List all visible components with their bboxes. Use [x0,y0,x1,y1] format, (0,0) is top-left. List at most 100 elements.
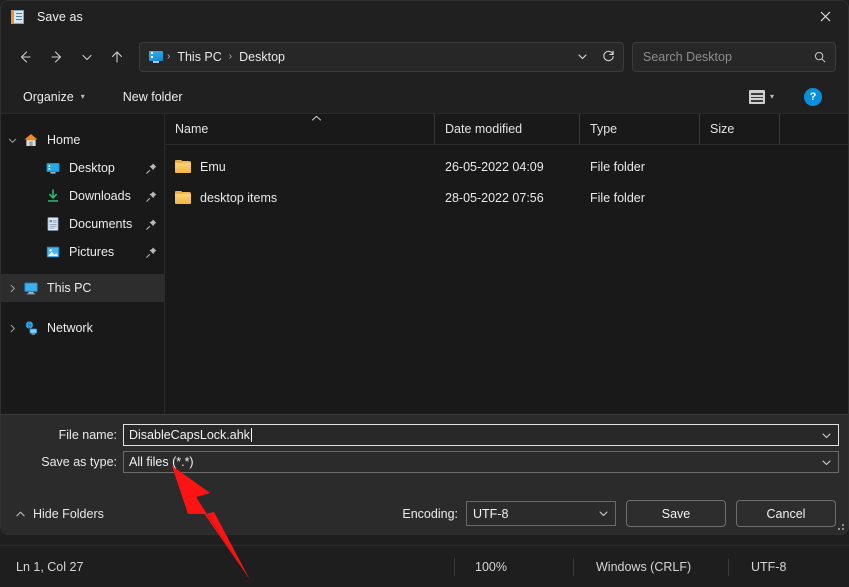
hide-folders-button[interactable]: Hide Folders [15,507,104,521]
sidebar-item-network[interactable]: Network [1,314,164,342]
sidebar-item-label: Downloads [69,189,131,203]
column-header-label: Type [590,122,618,136]
this-pc-icon [148,50,164,64]
save-as-type-label: Save as type: [41,455,117,469]
pin-icon[interactable] [145,218,158,231]
navigation-bar: › This PC › Desktop Search Desktop [1,32,848,81]
chevron-down-icon[interactable] [593,507,613,520]
help-icon[interactable]: ? [804,88,822,106]
status-line-endings[interactable]: Windows (CRLF) [574,558,728,576]
table-row[interactable]: Emu 26-05-2022 04:09 File folder [165,151,848,182]
home-icon [23,132,39,148]
chevron-up-icon [15,510,26,518]
chevron-down-icon: ▾ [769,92,774,101]
file-name-label: Emu [200,159,226,174]
column-header-name[interactable]: Name [165,114,435,144]
change-view-button[interactable]: ▾ [745,87,778,107]
notepad-app-window: Save as › This PC › Desktop Search Deskt… [0,0,849,587]
organize-label: Organize [23,90,74,104]
this-pc-icon [23,280,39,296]
save-button[interactable]: Save [626,500,726,527]
refresh-icon [602,50,614,62]
column-header-date-modified[interactable]: Date modified [435,114,580,144]
chevron-down-icon[interactable] [816,456,836,469]
encoding-and-actions: Encoding: UTF-8 Save Cancel [402,500,836,527]
notepad-status-bar: Ln 1, Col 27 100% Windows (CRLF) UTF-8 [0,545,849,587]
desktop-icon [45,160,61,176]
sidebar-item-documents[interactable]: Documents [1,210,164,238]
file-name-input[interactable]: DisableCapsLock.ahk [123,424,839,446]
save-as-type-row: Save as type: All files (*.*) [1,451,839,473]
sidebar-item-pictures[interactable]: Pictures [1,238,164,266]
chevron-right-icon[interactable] [1,283,23,294]
dialog-title: Save as [37,9,83,24]
up-one-level-button[interactable] [101,42,133,72]
status-zoom-level[interactable]: 100% [455,558,573,576]
column-header-label: Date modified [445,122,523,136]
close-button[interactable] [802,1,848,32]
column-header-size[interactable]: Size [700,114,780,144]
file-name-label: desktop items [200,190,278,205]
breadcrumb-desktop[interactable]: Desktop [233,50,291,64]
arrow-right-icon [51,50,62,63]
network-icon [23,320,39,336]
folder-icon [175,190,192,205]
pin-icon[interactable] [145,246,158,259]
back-button[interactable] [9,42,41,72]
folder-icon [175,159,192,174]
help-label: ? [809,91,817,103]
new-folder-button[interactable]: New folder [117,86,189,108]
search-input[interactable]: Search Desktop [643,50,811,64]
new-folder-label: New folder [122,90,183,104]
column-header-spacer [780,114,848,144]
pin-icon[interactable] [145,162,158,175]
chevron-down-icon[interactable] [1,135,23,146]
resize-grip-icon[interactable] [836,522,846,532]
refresh-button[interactable] [595,44,621,70]
save-as-dialog: Save as › This PC › Desktop Search Deskt… [0,0,849,535]
save-form: File name: DisableCapsLock.ahk Save as t… [1,414,848,534]
sidebar-item-downloads[interactable]: Downloads [1,182,164,210]
address-bar[interactable]: › This PC › Desktop [139,41,624,72]
pictures-icon [45,244,61,260]
downloads-icon [45,188,61,204]
file-list-pane: Name Date modified Type Size Emu 26-05-2… [165,114,848,414]
file-type-cell: File folder [590,190,645,205]
file-list-header: Name Date modified Type Size [165,114,848,145]
organize-button[interactable]: Organize ▾ [17,86,91,108]
forward-button[interactable] [41,42,73,72]
chevron-up-icon [311,114,322,124]
file-type-cell: File folder [590,159,645,174]
breadcrumb-this-pc[interactable]: This PC [171,50,227,64]
sidebar-item-desktop[interactable]: Desktop [1,154,164,182]
sidebar-item-this-pc[interactable]: This PC [1,274,164,302]
text-caret [250,428,252,442]
chevron-down-icon[interactable] [816,429,836,442]
sidebar-item-home[interactable]: Home [1,126,164,154]
column-header-type[interactable]: Type [580,114,700,144]
chevron-down-icon [82,54,92,60]
search-box[interactable]: Search Desktop [632,41,836,72]
arrow-left-icon [20,50,31,63]
cancel-button[interactable]: Cancel [736,500,836,527]
list-view-icon [748,90,765,104]
hide-folders-label: Hide Folders [33,507,104,521]
save-as-type-dropdown[interactable]: All files (*.*) [123,451,839,473]
address-dropdown-button[interactable] [569,44,595,70]
table-row[interactable]: desktop items 28-05-2022 07:56 File fold… [165,182,848,213]
file-date-cell: 26-05-2022 04:09 [445,159,544,174]
encoding-value: UTF-8 [473,506,509,521]
status-cursor-position: Ln 1, Col 27 [16,559,84,574]
encoding-dropdown[interactable]: UTF-8 [466,501,616,526]
status-encoding[interactable]: UTF-8 [729,558,849,576]
chevron-down-icon [577,54,587,60]
column-header-label: Size [710,122,735,136]
recent-locations-button[interactable] [73,42,101,72]
documents-icon [45,216,61,232]
pin-icon[interactable] [145,190,158,203]
notepad-icon [10,9,26,25]
search-icon [811,48,829,66]
dialog-titlebar: Save as [1,1,848,32]
arrow-up-icon [111,50,123,63]
chevron-right-icon[interactable] [1,323,23,334]
